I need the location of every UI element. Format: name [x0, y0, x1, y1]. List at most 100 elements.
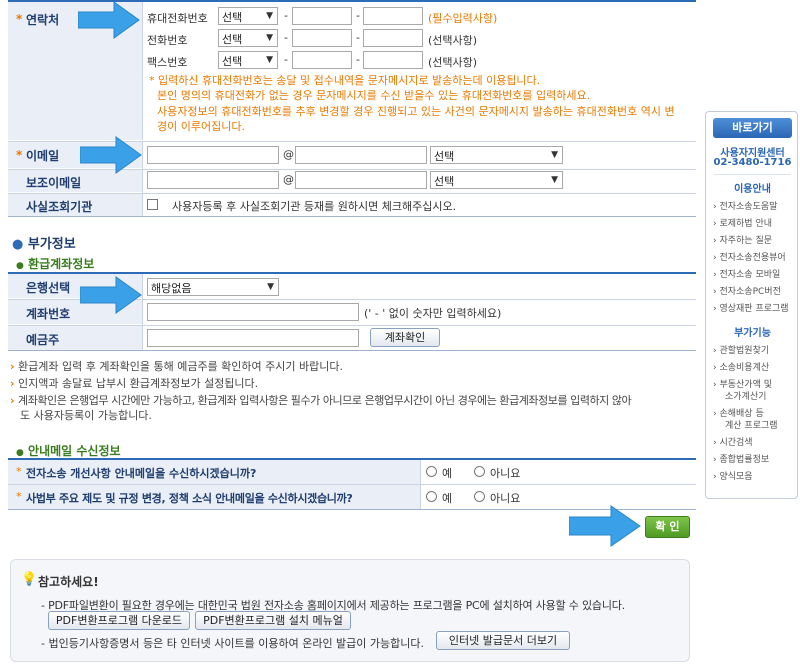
- fax-middle-input[interactable]: [292, 51, 352, 69]
- table-bottom-border: [8, 216, 696, 217]
- mail-q1-yes-label: 예: [442, 467, 453, 480]
- account-note: (' - ' 없이 숫자만 입력하세요): [364, 307, 502, 320]
- mail-q2-header: * 사법부 주요 제도 및 규정 변경, 정책 소식 안내메일을 수신하시겠습니…: [8, 485, 420, 509]
- side-link[interactable]: › 부동산가액 및: [713, 379, 772, 391]
- fact-check-checkbox[interactable]: [147, 199, 158, 210]
- chevron-down-icon: ▼: [551, 150, 558, 160]
- phone-middle-input[interactable]: [292, 29, 352, 47]
- fax-prefix-select[interactable]: 선택 ▼: [218, 51, 278, 69]
- divider: [714, 174, 791, 175]
- dash: -: [356, 9, 360, 22]
- divider: [420, 460, 421, 509]
- pdf-manual-button[interactable]: PDF변환프로그램 설치 메뉴얼: [195, 611, 351, 630]
- mail-q1-header: * 전자소송 개선사항 안내메일을 수신하시겠습니까?: [8, 460, 420, 484]
- mail-info-title: ● 안내메일 수신정보: [16, 444, 121, 458]
- mail-q2-label: 사법부 주요 제도 및 규정 변경, 정책 소식 안내메일을 수신하시겠습니까?: [26, 492, 353, 505]
- divider: [142, 2, 143, 140]
- email-domain-select[interactable]: 선택 ▼: [430, 146, 563, 164]
- mail-q2-yes-radio[interactable]: [426, 491, 437, 502]
- phone-last-input[interactable]: [363, 29, 423, 47]
- side-link[interactable]: › 양식모음: [713, 471, 753, 483]
- mobile-required-note: (필수입력사항): [428, 12, 498, 25]
- arrow-pointer-icon: [78, 1, 140, 39]
- mail-q1-yes-radio[interactable]: [426, 466, 437, 477]
- extra-functions-title: 부가기능: [734, 328, 771, 339]
- side-link[interactable]: › 전자소송전용뷰어: [713, 252, 786, 264]
- sub-email-label: 보조이메일: [26, 176, 82, 190]
- side-link[interactable]: › 로제하법 안내: [713, 218, 772, 230]
- bank-select[interactable]: 해당없음 ▼: [147, 278, 279, 296]
- refund-title: ● 환급계좌정보: [16, 257, 95, 271]
- quick-links-title: 바로가기: [713, 118, 792, 138]
- mobile-middle-input[interactable]: [292, 7, 352, 25]
- side-link[interactable]: › 전자소송 모바일: [713, 269, 780, 281]
- usage-guide-title: 이용안내: [734, 184, 771, 195]
- sub-email-domain-select[interactable]: 선택 ▼: [430, 171, 563, 189]
- notice-title: 참고하세요!: [38, 575, 99, 589]
- side-link[interactable]: › 전자소송PC버전: [713, 286, 781, 298]
- extra-info-title: ● 부가정보: [12, 237, 76, 252]
- side-link[interactable]: › 시간검색: [713, 437, 753, 449]
- side-link[interactable]: › 종합법률정보: [713, 454, 769, 466]
- email-id-input[interactable]: [147, 146, 279, 164]
- mobile-warning-3: 사용자정보의 휴대전화번호를 추후 변경할 경우 진행되고 있는 사건의 문자메…: [157, 105, 675, 118]
- arrow-pointer-icon: [80, 136, 142, 174]
- side-link[interactable]: › 손해배상 등: [713, 408, 764, 420]
- dash: -: [284, 9, 288, 22]
- contact-label: 연락처: [26, 13, 60, 27]
- email-domain-input[interactable]: [295, 146, 427, 164]
- mobile-last-input[interactable]: [363, 7, 423, 25]
- side-link[interactable]: › 소송비용계산: [713, 362, 769, 374]
- account-check-button[interactable]: 계좌확인: [370, 328, 440, 347]
- phone-prefix-select[interactable]: 선택 ▼: [218, 29, 278, 47]
- sub-email-id-input[interactable]: [147, 171, 279, 189]
- notice-box: 💡 참고하세요! - PDF파일변환이 필요한 경우에는 대한민국 법원 전자소…: [10, 559, 690, 662]
- mail-q1-no-radio[interactable]: [474, 466, 485, 477]
- side-link[interactable]: › 영상재판 프로그램: [713, 303, 789, 315]
- dash: -: [284, 31, 288, 44]
- support-phone: 02-3480-1716: [713, 157, 792, 168]
- mail-q2-no-radio[interactable]: [474, 491, 485, 502]
- internet-docs-more-button[interactable]: 인터넷 발급문서 더보기: [436, 631, 570, 650]
- divider: [142, 142, 143, 216]
- side-link[interactable]: › 관할법원찾기: [713, 345, 769, 357]
- arrow-pointer-icon: [80, 276, 142, 314]
- chevron-down-icon: ▼: [551, 175, 558, 185]
- at-sign: @: [283, 148, 294, 161]
- mobile-warning-1: * 입력하신 휴대전화번호는 송달 및 접수내역을 문자메시지로 발송하는데 이…: [149, 74, 541, 87]
- quick-links-panel: 바로가기 사용자지원센터 02-3480-1716 이용안내 › 전자소송도움말…: [705, 111, 798, 499]
- fact-check-label: 사실조회기관: [26, 200, 93, 214]
- sub-email-domain-input[interactable]: [295, 171, 427, 189]
- pdf-download-button[interactable]: PDF변환프로그램 다운로드: [48, 611, 190, 630]
- dash: -: [284, 53, 288, 66]
- bank-label: 은행선택: [26, 281, 71, 295]
- side-link[interactable]: 계산 프로그램: [725, 420, 778, 432]
- divider: [142, 274, 143, 350]
- fact-check-header: 사실조회기관: [8, 194, 142, 216]
- mail-q2-yes-label: 예: [442, 492, 453, 505]
- confirm-button[interactable]: 확 인: [645, 516, 690, 538]
- chevron-down-icon: ▼: [267, 282, 274, 292]
- fax-label: 팩스번호: [147, 56, 188, 69]
- fax-last-input[interactable]: [363, 51, 423, 69]
- email-label: 이메일: [26, 149, 60, 163]
- side-link[interactable]: › 전자소송도움말: [713, 201, 777, 213]
- mail-q1-label: 전자소송 개선사항 안내메일을 수신하시겠습니까?: [26, 467, 257, 480]
- mobile-prefix-select[interactable]: 선택 ▼: [218, 7, 278, 25]
- side-link[interactable]: › 자주하는 질문: [713, 235, 772, 247]
- chevron-down-icon: ▼: [266, 33, 273, 43]
- account-holder-input[interactable]: [147, 329, 359, 347]
- mobile-warning-4: 경이 이루어집니다.: [157, 120, 245, 133]
- account-number-input[interactable]: [147, 303, 359, 321]
- refund-info-line: 도 사용자등록이 가능합니다.: [20, 409, 152, 422]
- chevron-down-icon: ▼: [266, 55, 273, 65]
- mail-q1-no-label: 아니요: [490, 467, 521, 480]
- phone-label: 전화번호: [147, 34, 188, 47]
- chevron-down-icon: ▼: [266, 11, 273, 21]
- fact-check-text: 사용자등록 후 사실조회기관 등재를 원하시면 체크해주십시오.: [172, 200, 457, 213]
- side-link[interactable]: 소가계산기: [725, 391, 766, 403]
- holder-label: 예금주: [26, 333, 60, 347]
- refund-info-line: › 환급계좌 입력 후 계좌확인을 통해 예금주를 확인하여 주시기 바랍니다.: [10, 360, 343, 373]
- arrow-pointer-icon: [569, 505, 641, 547]
- dash: -: [356, 53, 360, 66]
